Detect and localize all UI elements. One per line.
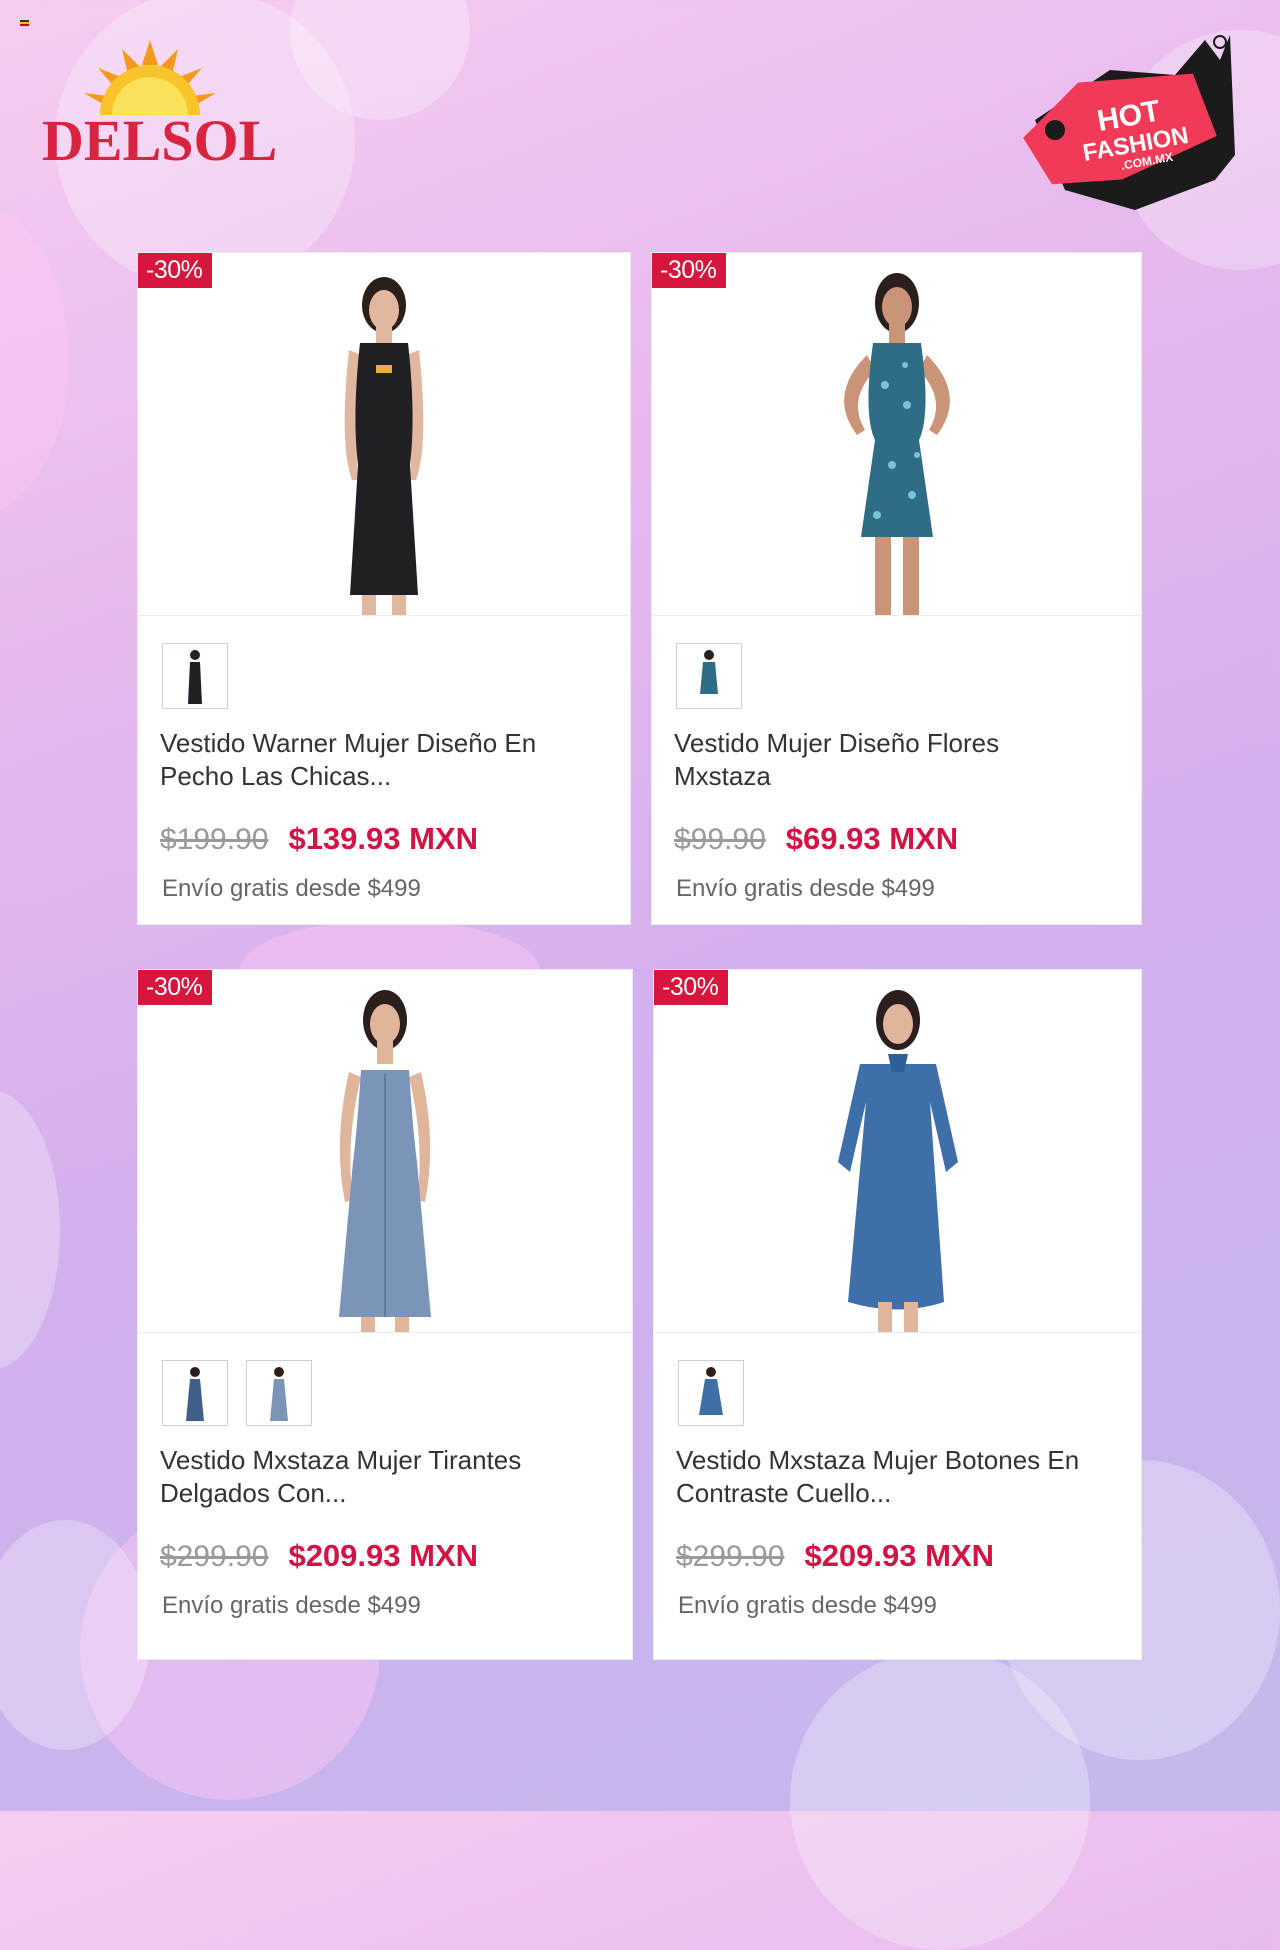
product-thumbnail[interactable]: [676, 643, 742, 709]
product-card[interactable]: -30% Vestido Mxstaza Mujer Botones En Co…: [653, 969, 1142, 1660]
shipping-note: Envío gratis desde $499: [678, 1592, 937, 1619]
product-thumbnail[interactable]: [162, 1360, 228, 1426]
product-title[interactable]: Vestido Mujer Diseño Flores Mxstaza: [674, 727, 1094, 793]
original-price: $299.90: [676, 1540, 785, 1573]
product-card[interactable]: -30% Vestido Mxstaza Mujer Tirantes Delg…: [137, 969, 633, 1660]
product-title[interactable]: Vestido Warner Mujer Diseño En Pecho Las…: [160, 727, 580, 793]
original-price: $99.90: [674, 823, 766, 856]
discount-badge: -30%: [138, 970, 213, 1005]
delsol-logo[interactable]: DELSOL: [40, 35, 280, 225]
product-image[interactable]: [652, 253, 1141, 616]
product-title[interactable]: Vestido Mxstaza Mujer Botones En Contras…: [676, 1444, 1096, 1510]
product-thumbnail[interactable]: [162, 643, 228, 709]
discount-badge: -30%: [652, 253, 727, 288]
sale-price: $139.93 MXN: [288, 821, 479, 856]
product-thumbnail[interactable]: [678, 1360, 744, 1426]
product-card[interactable]: -30% Vestido Warner Mujer Diseño En Pech…: [137, 252, 631, 925]
hot-fashion-logo[interactable]: HOT FASHION .COM.MX: [1015, 30, 1240, 230]
sale-price: $209.93 MXN: [804, 1538, 995, 1573]
product-title[interactable]: Vestido Mxstaza Mujer Tirantes Delgados …: [160, 1444, 580, 1510]
sale-price: $209.93 MXN: [288, 1538, 479, 1573]
product-image[interactable]: [654, 970, 1141, 1333]
product-thumbnail[interactable]: [246, 1360, 312, 1426]
original-price: $199.90: [160, 823, 269, 856]
product-image[interactable]: [138, 253, 630, 616]
product-image[interactable]: [138, 970, 632, 1333]
dress-photo: [339, 990, 431, 1332]
flag-icon: [20, 20, 29, 26]
shipping-note: Envío gratis desde $499: [162, 1592, 421, 1619]
sale-price: $69.93 MXN: [785, 821, 959, 856]
shipping-note: Envío gratis desde $499: [676, 875, 935, 902]
delsol-logo-text: DELSOL: [42, 108, 277, 173]
shipping-note: Envío gratis desde $499: [162, 875, 421, 902]
original-price: $299.90: [160, 1540, 269, 1573]
discount-badge: -30%: [138, 253, 213, 288]
dress-photo: [344, 277, 424, 615]
discount-badge: -30%: [654, 970, 729, 1005]
dress-photo: [837, 990, 958, 1332]
product-card[interactable]: -30% Vestido Mujer Diseño Flores Mxstaza…: [651, 252, 1142, 925]
dress-photo: [843, 273, 950, 615]
